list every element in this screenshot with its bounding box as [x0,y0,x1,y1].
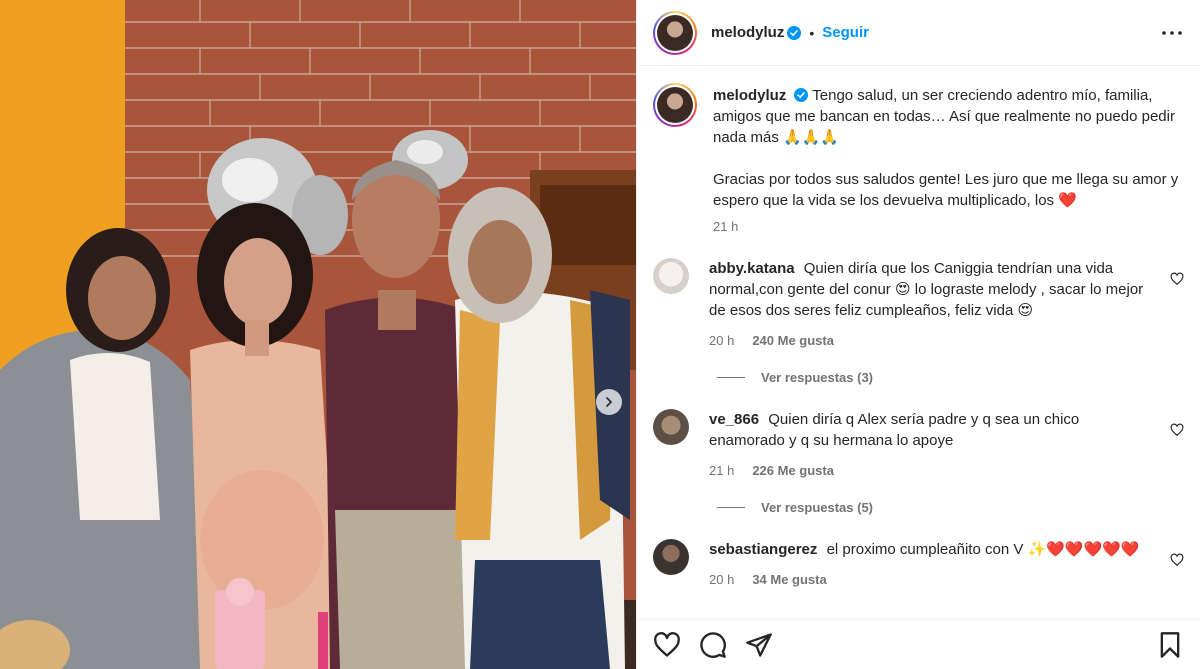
caption-username[interactable]: melodyluz [713,87,786,104]
post-panel: melodyluz • Seguir melodyluz Tengo salud… [636,0,1200,669]
comment-icon[interactable] [699,631,727,659]
like-comment-heart-icon[interactable] [1170,423,1184,437]
view-replies-button[interactable]: Ver respuestas (5) [717,500,1184,515]
comment-likes[interactable]: 34 Me gusta [752,572,826,587]
view-replies-button[interactable]: Ver respuestas (3) [717,370,1184,385]
commenter-avatar[interactable] [653,539,689,575]
author-username[interactable]: melodyluz [711,24,784,41]
comment-item: ve_866 Quien diría q Alex sería padre y … [653,409,1184,478]
like-comment-heart-icon[interactable] [1170,272,1184,286]
comment-time: 20 h [709,333,735,348]
commenter-avatar[interactable] [653,258,689,294]
save-icon[interactable] [1156,631,1184,659]
caption-time: 21 h [713,219,739,234]
comment-likes[interactable]: 226 Me gusta [752,463,834,478]
post-photo[interactable] [0,0,636,669]
view-replies-label: Ver respuestas (3) [761,370,874,385]
chevron-right-icon [606,397,613,407]
post-photo-illustration [0,0,636,669]
comment-text: Quien diría q Alex sería padre y q sea u… [709,411,1080,449]
commenter-avatar[interactable] [653,409,689,445]
post-header: melodyluz • Seguir [637,0,1200,66]
comment-time: 21 h [709,463,735,478]
author-avatar[interactable] [653,10,697,55]
more-options-button[interactable] [1160,21,1184,45]
verified-badge-icon [794,88,809,102]
heart-icon[interactable] [653,631,681,659]
post-caption: melodyluz Tengo salud, un ser creciendo … [653,67,1184,234]
more-options-icon [1162,30,1182,35]
share-icon[interactable] [745,631,773,659]
comment-username[interactable]: sebastiangerez [709,541,817,558]
comment-text: el proximo cumpleañito con V ✨❤️❤️❤️❤️❤️ [826,541,1140,558]
view-replies-label: Ver respuestas (5) [761,500,874,515]
caption-text-2: Gracias por todos sus saludos gente! Les… [713,171,1179,209]
comment-username[interactable]: ve_866 [709,411,759,428]
follow-button[interactable]: Seguir [822,24,869,41]
comment-username[interactable]: abby.katana [709,260,795,277]
caption-avatar[interactable] [653,83,697,127]
next-photo-button[interactable] [596,389,622,415]
comment-item: abby.katana Quien diría que los Caniggia… [653,258,1184,348]
comment-item: sebastiangerez el proximo cumpleañito co… [653,539,1184,587]
caption-heart: ❤️ [1058,192,1077,209]
comment-time: 20 h [709,572,735,587]
post-actions-bar [637,619,1200,669]
comment-likes[interactable]: 240 Me gusta [752,333,834,348]
header-separator: • [809,24,815,41]
verified-badge-icon [787,25,802,40]
comments-list[interactable]: melodyluz Tengo salud, un ser creciendo … [637,67,1200,608]
like-comment-heart-icon[interactable] [1170,553,1184,567]
